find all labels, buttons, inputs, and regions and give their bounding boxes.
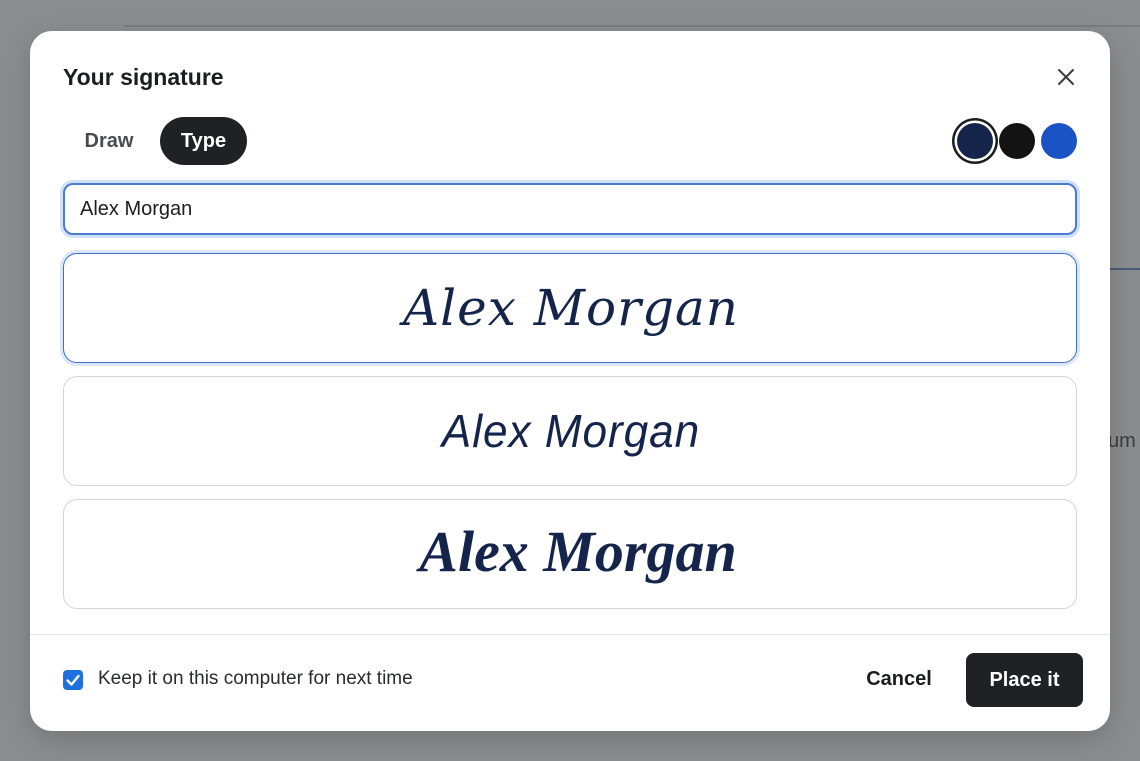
remember-checkbox[interactable] — [63, 670, 83, 690]
signature-name-input[interactable] — [63, 183, 1077, 235]
tab-type[interactable]: Type — [160, 117, 247, 165]
signature-option-calligraphic[interactable]: Alex Morgan — [63, 499, 1077, 609]
signature-option-script[interactable]: Alex Morgan — [63, 253, 1077, 363]
tab-draw[interactable]: Draw — [70, 117, 148, 165]
color-swatch-navy[interactable] — [957, 123, 993, 159]
signature-dialog: Your signature Draw Type Alex Morgan Ale… — [30, 31, 1110, 731]
color-swatch-blue[interactable] — [1041, 123, 1077, 159]
signature-option-handwriting[interactable]: Alex Morgan — [63, 376, 1077, 486]
footer-divider — [30, 634, 1110, 635]
cancel-button[interactable]: Cancel — [848, 654, 950, 704]
place-it-button[interactable]: Place it — [966, 653, 1083, 707]
dialog-title: Your signature — [63, 64, 224, 90]
signature-preview-text: Alex Morgan — [399, 279, 739, 337]
close-icon — [1058, 69, 1074, 85]
close-button[interactable] — [1054, 65, 1078, 89]
background-text-fragment: um — [1108, 430, 1136, 452]
checkmark-icon — [66, 674, 80, 686]
color-swatch-black[interactable] — [999, 123, 1035, 159]
remember-label: Keep it on this computer for next time — [98, 668, 413, 689]
background-divider-top — [124, 25, 1140, 27]
background-divider-right — [1108, 268, 1140, 270]
signature-preview-text: Alex Morgan — [439, 405, 700, 457]
signature-preview-text: Alex Morgan — [416, 519, 736, 584]
